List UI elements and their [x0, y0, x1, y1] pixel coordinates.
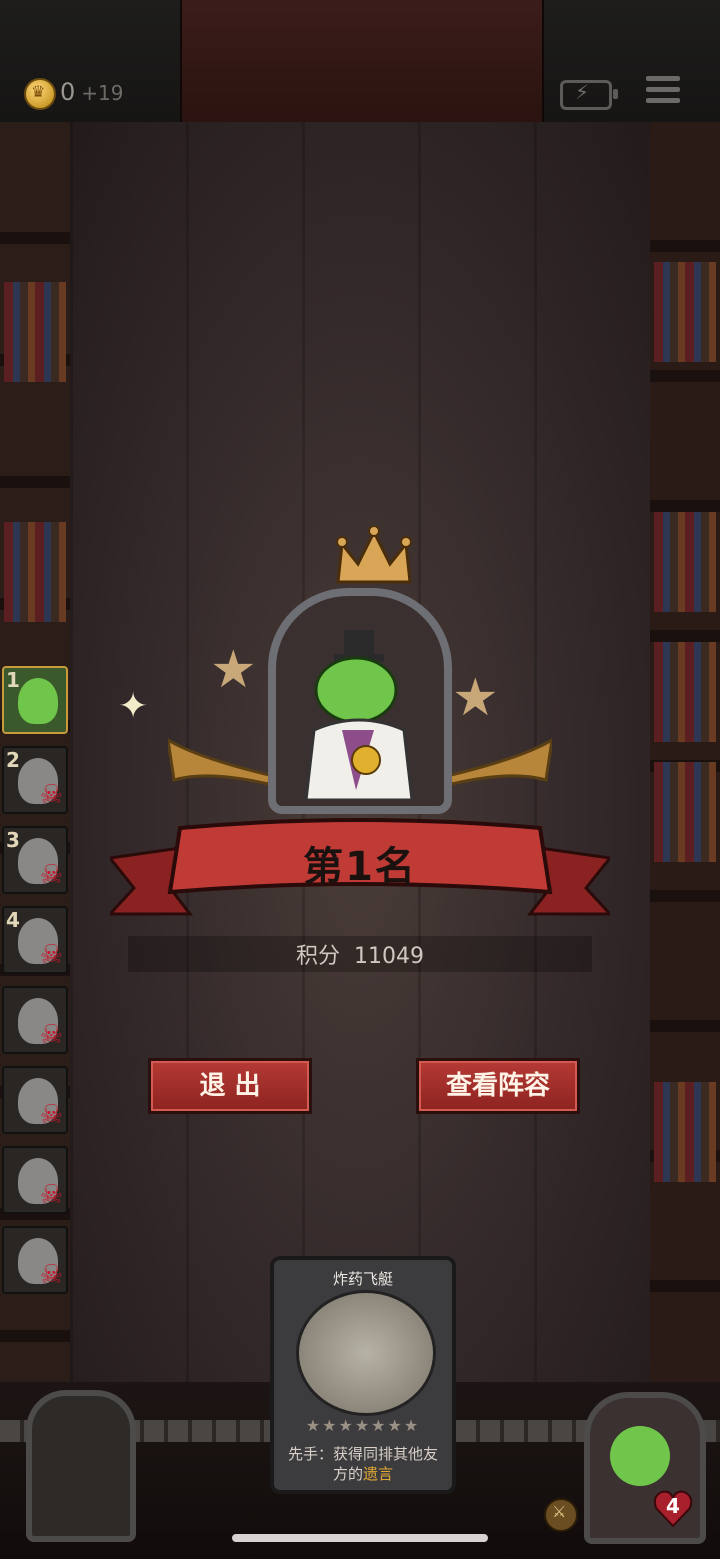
roster-slot[interactable]: ☠ — [2, 1226, 68, 1294]
card-name: 炸药飞艇 — [332, 1270, 393, 1288]
view-lineup-button[interactable]: 查看阵容 — [416, 1058, 580, 1114]
heart-icon — [653, 1490, 693, 1528]
books-decoration — [654, 642, 716, 742]
roster-slot[interactable]: 1 — [2, 666, 68, 734]
books-decoration — [4, 282, 66, 382]
avatar — [610, 1426, 670, 1486]
gold-coin-icon — [24, 78, 56, 110]
star-icon: ★ — [452, 668, 499, 728]
skull-icon: ☠ — [39, 1100, 63, 1130]
right-horn-icon — [444, 738, 552, 786]
left-horn-icon — [168, 738, 276, 786]
roster-rank: 2 — [6, 748, 20, 772]
rank-title: 第1名 — [303, 844, 417, 890]
exit-button[interactable]: 退 出 — [148, 1058, 312, 1114]
card-art — [296, 1290, 436, 1416]
star-icon: ★ — [210, 640, 257, 700]
player-roster: 1 2 ☠ 3 ☠ 4 ☠ ☠ ☠ ☠ ☠ — [2, 666, 68, 1306]
roster-rank: 4 — [6, 908, 20, 932]
roster-slot[interactable]: ☠ — [2, 1146, 68, 1214]
books-decoration — [4, 522, 66, 622]
roster-rank: 1 — [6, 668, 20, 692]
score-label: 积分 — [295, 944, 340, 969]
skull-icon: ☠ — [39, 1260, 63, 1290]
roster-slot[interactable]: 2 ☠ — [2, 746, 68, 814]
sparkle-icon: ✦ — [118, 686, 149, 727]
books-decoration — [654, 512, 716, 612]
avatar — [18, 678, 58, 724]
books-decoration — [654, 262, 716, 362]
top-banner — [180, 0, 544, 122]
coin-value: 0 — [60, 78, 76, 106]
card-description: 先手：获得同排其他友方的遗言 — [282, 1444, 444, 1484]
menu-icon[interactable] — [646, 76, 680, 106]
crown-icon — [336, 526, 412, 584]
books-decoration — [654, 1082, 716, 1182]
score-line: 积分 11049 — [0, 938, 720, 970]
attack-icon — [544, 1498, 578, 1532]
battery-icon: ⚡ — [560, 80, 618, 110]
top-bar: 0+19 ⚡ — [0, 0, 720, 124]
skull-icon: ☠ — [39, 780, 63, 810]
coin-gain: +19 — [81, 81, 124, 105]
skull-icon: ☠ — [39, 1020, 63, 1050]
score-value: 11049 — [354, 944, 424, 969]
card-desc-keyword: 遗言 — [363, 1465, 394, 1483]
minion-card[interactable]: 炸药飞艇 ★★★★★★★ 先手：获得同排其他友方的遗言 — [270, 1256, 456, 1494]
card-stars: ★★★★★★★ — [305, 1416, 421, 1435]
skull-icon: ☠ — [39, 1180, 63, 1210]
opponent-portrait[interactable] — [26, 1390, 136, 1542]
roster-slot[interactable]: ☠ — [2, 986, 68, 1054]
roster-slot[interactable]: ☠ — [2, 1066, 68, 1134]
goblin-portrait — [304, 630, 414, 800]
coin-counter: 0 +19 — [60, 78, 124, 106]
home-indicator[interactable] — [232, 1534, 488, 1542]
